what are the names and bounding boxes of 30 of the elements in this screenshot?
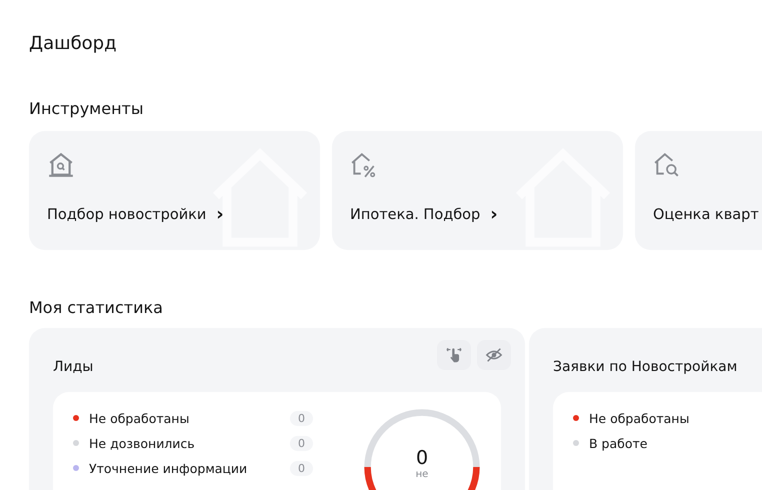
house-percent-icon (350, 151, 378, 179)
tool-label: Оценка кварт (653, 207, 759, 223)
count-badge: 0 (290, 460, 313, 476)
tool-card[interactable]: Оценка кварт (635, 131, 762, 250)
status-label: Не обработаны (89, 410, 190, 426)
status-label: Уточнение информации (89, 460, 248, 476)
tool-label: Ипотека. Подбор (350, 207, 480, 223)
panel-title: Лиды (53, 359, 94, 375)
section-title: Моя статистика (29, 298, 164, 318)
eye-crossed-icon (485, 346, 503, 364)
chevron-icon: › (216, 207, 224, 223)
gauge-caption: не (416, 468, 428, 480)
hand-arrows-icon (445, 346, 463, 364)
count-badge: 0 (290, 436, 313, 450)
status-label: В работе (589, 436, 648, 450)
house-search-icon (47, 151, 75, 179)
drag-hand-button[interactable] (437, 340, 471, 370)
status-label: Не обработаны (589, 410, 690, 426)
count-badge: 0 (290, 410, 313, 426)
chevron-icon: › (490, 207, 498, 223)
page-title: Дашборд (29, 33, 118, 55)
panel-title: Заявки по Новостройкам (553, 359, 738, 375)
house-search-icon (653, 151, 681, 179)
hide-button[interactable] (477, 340, 511, 370)
status-label: Не дозвонились (89, 436, 196, 450)
tool-label: Подбор новостройки (47, 207, 206, 223)
gauge-value: 0 (416, 446, 428, 468)
section-title: Инструменты (29, 99, 144, 119)
tool-card[interactable]: Ипотека. Подбор › (332, 131, 623, 250)
tool-card[interactable]: Подбор новостройки › (29, 131, 320, 250)
